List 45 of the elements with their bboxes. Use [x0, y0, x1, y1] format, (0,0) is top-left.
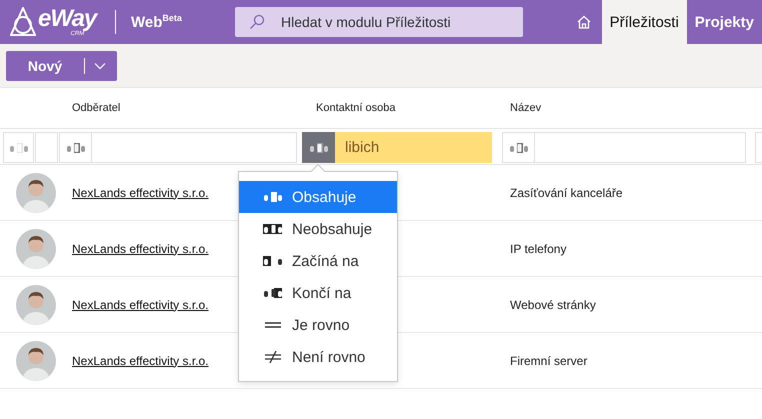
column-header[interactable]: Název [500, 102, 762, 114]
menu-item[interactable]: Začíná na [239, 245, 397, 277]
not-contains-icon [263, 223, 283, 235]
starts-with-icon [263, 255, 283, 267]
filter-input[interactable] [92, 132, 297, 163]
avatar [16, 172, 56, 212]
filter-cell[interactable] [3, 132, 34, 163]
contains-icon [263, 191, 283, 203]
ends-with-icon [263, 287, 283, 299]
filter-input[interactable] [535, 132, 746, 163]
column-header[interactable]: Kontaktní osoba [306, 102, 500, 114]
filter-cell[interactable] [35, 132, 58, 163]
product-name: Web$^{Beta}$ [131, 13, 183, 31]
column-header[interactable]: Odběratel [62, 102, 306, 114]
table-cell-text: Zasíťování kanceláře [509, 186, 623, 200]
not-equals-icon [263, 351, 283, 363]
module-tab[interactable]: Příležitosti [602, 0, 687, 44]
table-cell-text: Webové stránky [509, 298, 596, 312]
menu-item[interactable]: Je rovno [239, 309, 397, 341]
new-button[interactable]: Nový [6, 50, 117, 80]
menu-item[interactable]: Není rovno [239, 341, 397, 373]
menu-item[interactable]: Neobsahuje [239, 213, 397, 245]
text-filter-icon [8, 142, 28, 154]
search-field[interactable]: Hledat v modulu Příležitosti [235, 7, 523, 37]
text-filter-icon [308, 142, 328, 154]
avatar [16, 284, 56, 324]
search-icon [249, 14, 265, 30]
table-cell-text: IP telefony [509, 242, 566, 256]
customer-link[interactable]: NexLands effectivity s.r.o. [62, 354, 209, 368]
menu-item[interactable]: Končí na [239, 277, 397, 309]
filter-input[interactable]: libich [335, 132, 492, 163]
text-filter-icon [508, 142, 528, 154]
table-cell-text: Firemní server [509, 354, 588, 368]
avatar [16, 228, 56, 268]
logo-emblem-icon [10, 7, 36, 37]
filter-type-button[interactable] [302, 132, 335, 163]
text-filter-icon [66, 142, 86, 154]
logo-text: eWay [38, 6, 96, 30]
menu-item[interactable]: Obsahuje [239, 181, 397, 213]
avatar [16, 340, 56, 380]
customer-link[interactable]: NexLands effectivity s.r.o. [62, 298, 209, 312]
customer-link[interactable]: NexLands effectivity s.r.o. [62, 242, 209, 256]
chevron-down-icon [94, 62, 106, 70]
home-icon[interactable] [576, 15, 591, 29]
customer-link[interactable]: NexLands effectivity s.r.o. [62, 186, 209, 200]
